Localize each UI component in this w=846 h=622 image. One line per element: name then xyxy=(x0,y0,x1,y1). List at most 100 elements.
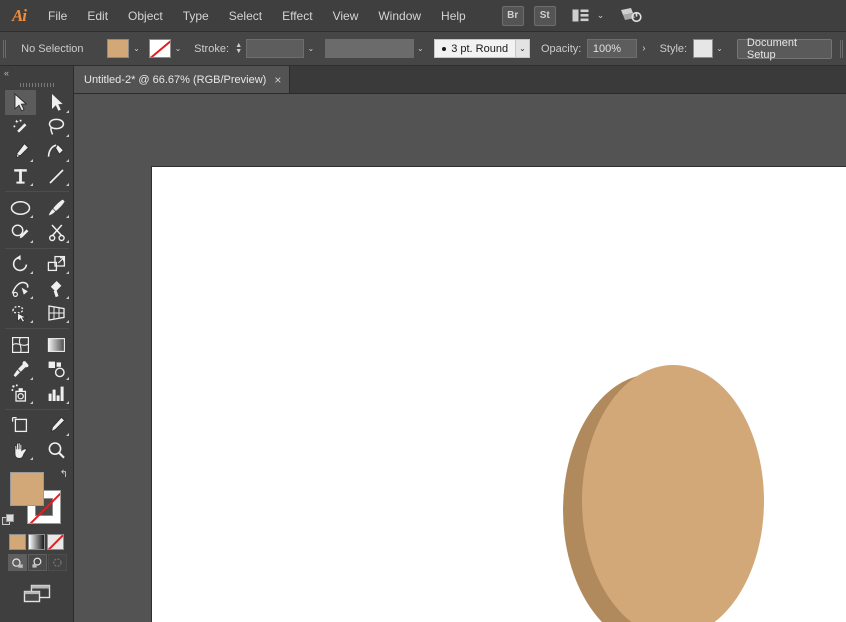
lasso-tool[interactable] xyxy=(41,115,72,140)
selection-status-label: No Selection xyxy=(21,43,83,55)
color-mode-button[interactable] xyxy=(9,534,26,550)
opacity-input[interactable]: 100% xyxy=(587,39,638,58)
brush-definition-caret-icon[interactable]: ⌄ xyxy=(516,39,530,58)
menu-item-window[interactable]: Window xyxy=(368,0,431,32)
fill-color-box[interactable] xyxy=(10,472,44,506)
draw-inside-button[interactable] xyxy=(48,554,67,571)
menu-item-select[interactable]: Select xyxy=(219,0,272,32)
opacity-label[interactable]: Opacity: xyxy=(541,43,581,55)
tool-grid xyxy=(0,90,74,462)
stroke-caret-icon[interactable]: ⌄ xyxy=(171,39,185,58)
change-screen-mode-button[interactable] xyxy=(0,571,73,605)
stroke-weight-stepper[interactable]: ▲▼ xyxy=(234,39,244,59)
eyedropper-tool[interactable] xyxy=(5,357,36,382)
document-setup-button[interactable]: Document Setup xyxy=(737,39,832,59)
arrange-caret-icon[interactable]: ⌄ xyxy=(597,10,605,21)
column-graph-tool[interactable] xyxy=(41,382,72,407)
tool-separator xyxy=(5,191,69,192)
workspace-switcher-icon[interactable] xyxy=(620,7,642,24)
artboard-tool[interactable] xyxy=(5,413,36,438)
type-tool[interactable] xyxy=(5,164,36,189)
menu-item-object[interactable]: Object xyxy=(118,0,173,32)
control-bar-grip[interactable] xyxy=(0,32,8,66)
tool-flyout-indicator xyxy=(30,377,33,380)
stroke-profile-input[interactable] xyxy=(325,39,414,58)
menu-item-edit[interactable]: Edit xyxy=(77,0,118,32)
blend-tool[interactable] xyxy=(41,357,72,382)
hand-tool[interactable] xyxy=(5,438,36,463)
draw-behind-button[interactable] xyxy=(28,554,47,571)
menu-item-file[interactable]: File xyxy=(38,0,77,32)
brush-definition-label: 3 pt. Round xyxy=(451,43,508,55)
artboard[interactable] xyxy=(151,166,846,622)
scale-tool[interactable] xyxy=(41,252,72,277)
tool-flyout-indicator xyxy=(30,215,33,218)
direct-selection-tool[interactable] xyxy=(41,90,72,115)
default-fill-stroke-icon[interactable] xyxy=(2,514,15,527)
fill-caret-icon[interactable]: ⌄ xyxy=(129,39,143,58)
close-icon[interactable]: × xyxy=(274,74,281,86)
fill-color-control[interactable]: ⌄ xyxy=(107,39,143,58)
magic-wand-tool[interactable] xyxy=(5,115,36,140)
menu-item-type[interactable]: Type xyxy=(173,0,219,32)
stroke-profile-caret-icon[interactable]: ⌄ xyxy=(414,39,427,58)
fill-swatch[interactable] xyxy=(107,39,129,58)
mesh-tool[interactable] xyxy=(5,332,36,357)
line-segment-tool[interactable] xyxy=(41,164,72,189)
menu-item-view[interactable]: View xyxy=(323,0,369,32)
rotate-tool[interactable] xyxy=(5,252,36,277)
selection-tool[interactable] xyxy=(5,90,36,115)
document-tab-label: Untitled-2* @ 66.67% (RGB/Preview) xyxy=(84,74,266,86)
free-transform-tool[interactable] xyxy=(41,276,72,301)
curvature-tool[interactable] xyxy=(41,139,72,164)
slice-tool[interactable] xyxy=(41,413,72,438)
graphic-style-swatch[interactable] xyxy=(693,39,713,58)
style-caret-icon[interactable]: ⌄ xyxy=(713,39,726,58)
stroke-weight-label[interactable]: Stroke: xyxy=(194,43,229,55)
zoom-tool[interactable] xyxy=(41,438,72,463)
stroke-swatch[interactable] xyxy=(149,39,171,58)
chevron-double-left-icon[interactable]: « xyxy=(4,68,8,78)
bridge-icon[interactable]: Br xyxy=(502,6,524,26)
shape-builder-tool[interactable] xyxy=(5,301,36,326)
opacity-arrow-icon[interactable]: › xyxy=(637,39,650,58)
draw-normal-button[interactable] xyxy=(8,554,27,571)
width-tool[interactable] xyxy=(5,276,36,301)
tool-flyout-indicator xyxy=(66,377,69,380)
stroke-weight-input[interactable] xyxy=(246,39,304,58)
illustrator-window: Ai File Edit Object Type Select Effect V… xyxy=(0,0,846,622)
document-tab[interactable]: Untitled-2* @ 66.67% (RGB/Preview) × xyxy=(74,66,290,93)
ellipse-tool[interactable] xyxy=(5,195,36,220)
tool-separator xyxy=(5,409,69,410)
paintbrush-tool[interactable] xyxy=(41,195,72,220)
control-bar-grip-right[interactable] xyxy=(838,32,846,66)
tool-panel-grip[interactable] xyxy=(0,80,73,90)
tool-flyout-indicator xyxy=(66,296,69,299)
control-bar: No Selection ⌄ ⌄ Stroke: ▲▼ ⌄ ⌄ 3 pt. Ro… xyxy=(0,32,846,66)
stock-icon[interactable]: St xyxy=(534,6,556,26)
gradient-tool[interactable] xyxy=(41,332,72,357)
canvas-area[interactable] xyxy=(75,94,846,622)
stroke-weight-caret-icon[interactable]: ⌄ xyxy=(304,39,317,58)
tool-flyout-indicator xyxy=(30,320,33,323)
tool-panel-header[interactable]: « xyxy=(0,66,73,80)
menu-item-help[interactable]: Help xyxy=(431,0,476,32)
tool-flyout-indicator xyxy=(66,183,69,186)
pen-tool[interactable] xyxy=(5,139,36,164)
swap-fill-stroke-icon[interactable]: ↰ xyxy=(60,469,68,480)
ellipse-front[interactable] xyxy=(582,365,764,622)
tool-separator xyxy=(5,328,69,329)
perspective-grid-tool[interactable] xyxy=(41,301,72,326)
menu-bar-right-group: Br St ⌄ xyxy=(498,6,643,26)
menu-item-effect[interactable]: Effect xyxy=(272,0,322,32)
brush-definition-select[interactable]: 3 pt. Round xyxy=(434,39,516,58)
symbol-sprayer-tool[interactable] xyxy=(5,382,36,407)
tool-flyout-indicator xyxy=(30,271,33,274)
none-mode-button[interactable] xyxy=(47,534,64,550)
stroke-color-control[interactable]: ⌄ xyxy=(149,39,185,58)
gradient-mode-button[interactable] xyxy=(28,534,45,550)
tool-flyout-indicator xyxy=(66,134,69,137)
scissors-tool[interactable] xyxy=(41,220,72,245)
arrange-documents-icon[interactable] xyxy=(570,7,592,25)
shaper-tool[interactable] xyxy=(5,220,36,245)
